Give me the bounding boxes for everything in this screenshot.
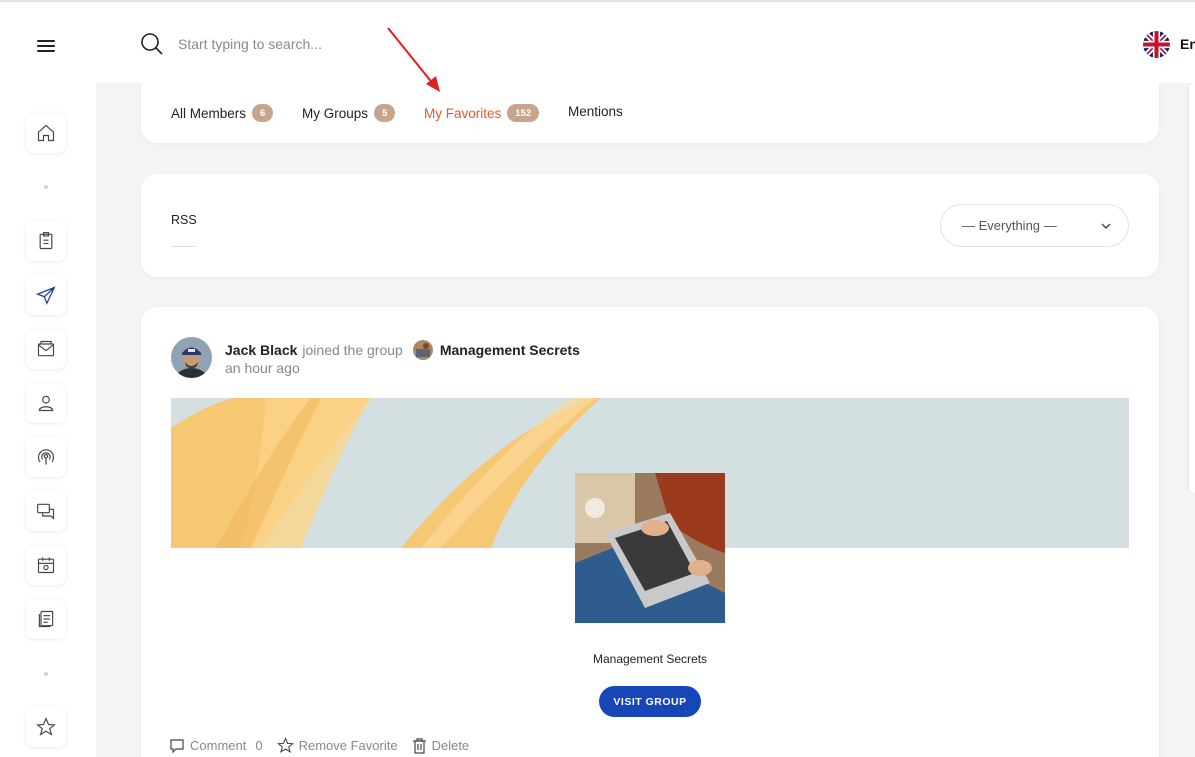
search-input[interactable]	[178, 32, 478, 56]
star-icon	[36, 717, 56, 736]
group-name-link[interactable]: Management Secrets	[440, 342, 580, 358]
chevron-down-icon	[1101, 223, 1111, 229]
group-card-name: Management Secrets	[592, 652, 708, 666]
send-icon	[36, 286, 56, 305]
comment-button[interactable]: Comment 0	[169, 738, 263, 754]
rss-link[interactable]: RSS	[171, 213, 197, 227]
star-icon	[276, 737, 294, 754]
sidebar-separator	[44, 672, 48, 676]
comment-label: Comment	[190, 738, 247, 753]
tab-my-favorites[interactable]: My Favorites 152	[424, 104, 540, 122]
sidebar-separator	[44, 185, 48, 189]
top-bar: En	[0, 0, 1195, 83]
sidebar-events[interactable]	[26, 545, 66, 585]
avatar[interactable]	[171, 337, 212, 378]
chat-icon	[37, 503, 55, 520]
delete-label: Delete	[431, 738, 470, 753]
sidebar-broadcast[interactable]	[26, 437, 66, 477]
activity-actions: Comment 0 Remove Favorite Delete	[169, 737, 469, 754]
home-icon	[37, 124, 55, 142]
language-switcher[interactable]: En	[1143, 30, 1195, 58]
tab-label: My Favorites	[424, 105, 502, 121]
sidebar-favorites[interactable]	[26, 707, 66, 747]
sidebar-activity[interactable]	[26, 275, 66, 315]
filter-bar: RSS — Everything —	[141, 174, 1159, 277]
tab-label: Mentions	[568, 104, 623, 119]
uk-flag-icon	[1143, 30, 1170, 58]
count-badge: 5	[374, 104, 396, 122]
tab-mentions[interactable]: Mentions	[568, 104, 623, 119]
group-avatar-icon[interactable]	[412, 340, 433, 360]
activity-item: Jack Black joined the group Management S…	[141, 307, 1159, 757]
tab-my-groups[interactable]: My Groups 5	[302, 104, 396, 122]
clipboard-icon	[39, 232, 53, 250]
rss-underline	[171, 246, 195, 247]
user-icon	[38, 395, 54, 412]
sidebar-profile[interactable]	[26, 383, 66, 423]
sidebar	[0, 83, 96, 757]
trash-icon	[412, 737, 426, 754]
visit-group-button[interactable]: VISIT GROUP	[599, 686, 701, 717]
tab-all-members[interactable]: All Members 6	[171, 104, 274, 122]
right-panel-edge	[1189, 83, 1195, 493]
group-thumbnail-image[interactable]	[575, 473, 725, 623]
sidebar-messages[interactable]	[26, 329, 66, 369]
sidebar-documents[interactable]	[26, 599, 66, 639]
mail-icon	[37, 340, 55, 357]
activity-action: joined the group	[302, 342, 403, 358]
menu-icon[interactable]	[37, 40, 55, 54]
search-icon[interactable]	[140, 32, 164, 56]
comment-count: 0	[255, 738, 263, 753]
remove-favorite-button[interactable]: Remove Favorite	[276, 737, 398, 754]
sidebar-tasks[interactable]	[26, 221, 66, 261]
count-badge: 152	[507, 104, 540, 122]
activity-filter-select[interactable]: — Everything —	[940, 204, 1129, 247]
activity-header: Jack Black joined the group Management S…	[225, 340, 580, 360]
tab-label: My Groups	[302, 105, 369, 121]
count-badge: 6	[252, 104, 274, 122]
delete-button[interactable]: Delete	[412, 737, 470, 754]
calendar-icon	[37, 557, 55, 574]
select-value: — Everything —	[962, 218, 1057, 233]
language-label: En	[1180, 36, 1195, 52]
document-icon	[38, 610, 54, 628]
broadcast-icon	[37, 449, 55, 465]
sidebar-chat[interactable]	[26, 491, 66, 531]
sidebar-home[interactable]	[26, 113, 66, 153]
tab-label: All Members	[171, 105, 247, 121]
comment-icon	[170, 738, 184, 753]
user-name-link[interactable]: Jack Black	[225, 342, 297, 358]
activity-timestamp[interactable]: an hour ago	[225, 360, 300, 376]
remove-favorite-label: Remove Favorite	[298, 738, 398, 753]
